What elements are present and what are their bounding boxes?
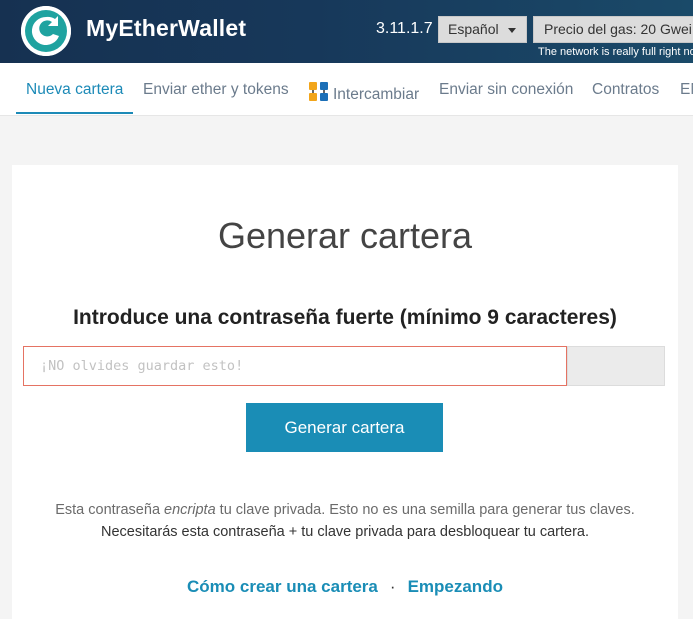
password-instruction: Introduce una contraseña fuerte (mínimo … bbox=[73, 306, 617, 329]
getting-started-link[interactable]: Empezando bbox=[408, 577, 503, 596]
swap-icon bbox=[308, 81, 329, 107]
gas-price-label: Precio del gas: 20 Gwei bbox=[544, 21, 692, 37]
version-number: 3.11.1.7 bbox=[376, 20, 433, 37]
language-label: Español bbox=[448, 21, 499, 37]
password-input[interactable] bbox=[23, 346, 567, 386]
app-header: MyEtherWallet 3.11.1.7 Español Precio de… bbox=[0, 0, 693, 63]
main-nav: Nueva cartera Enviar ether y tokens Inte… bbox=[0, 63, 693, 116]
language-dropdown[interactable]: Español bbox=[438, 16, 527, 43]
note-text-start: Esta contraseña bbox=[55, 502, 165, 518]
myetherwallet-logo-icon[interactable] bbox=[21, 6, 71, 56]
link-separator: · bbox=[389, 577, 396, 596]
tab-nueva-cartera[interactable]: Nueva cartera bbox=[26, 81, 123, 99]
caret-down-icon bbox=[508, 28, 516, 33]
note-emphasis: encripta bbox=[164, 502, 216, 518]
brand-name[interactable]: MyEtherWallet bbox=[86, 15, 246, 42]
tab-enviar-sin-conexion[interactable]: Enviar sin conexión bbox=[439, 81, 573, 99]
how-to-create-wallet-link[interactable]: Cómo crear una cartera bbox=[187, 577, 378, 596]
tab-enviar-ether[interactable]: Enviar ether y tokens bbox=[143, 81, 289, 99]
gas-price-dropdown[interactable]: Precio del gas: 20 Gwei bbox=[533, 16, 693, 43]
tab-contratos[interactable]: Contratos bbox=[592, 81, 659, 99]
generate-wallet-card: Generar cartera Introduce una contraseña… bbox=[12, 165, 678, 619]
unlock-note: Necesitarás esta contraseña + tu clave p… bbox=[100, 524, 590, 540]
tab-intercambiar[interactable]: Intercambiar bbox=[308, 81, 419, 107]
tab-ens[interactable]: ENS bbox=[680, 81, 693, 99]
show-password-toggle[interactable] bbox=[567, 346, 665, 386]
encryption-note: Esta contraseña encripta tu clave privad… bbox=[12, 502, 678, 518]
note-text-end: tu clave privada. Esto no es una semilla… bbox=[215, 502, 635, 518]
tab-intercambiar-label: Intercambiar bbox=[333, 86, 420, 103]
page-title: Generar cartera bbox=[217, 215, 473, 256]
network-status-note: The network is really full right now. bbox=[538, 46, 693, 58]
generate-wallet-button[interactable]: Generar cartera bbox=[246, 403, 443, 452]
active-tab-indicator bbox=[16, 112, 133, 114]
help-links: Cómo crear una cartera · Empezando bbox=[12, 577, 678, 597]
